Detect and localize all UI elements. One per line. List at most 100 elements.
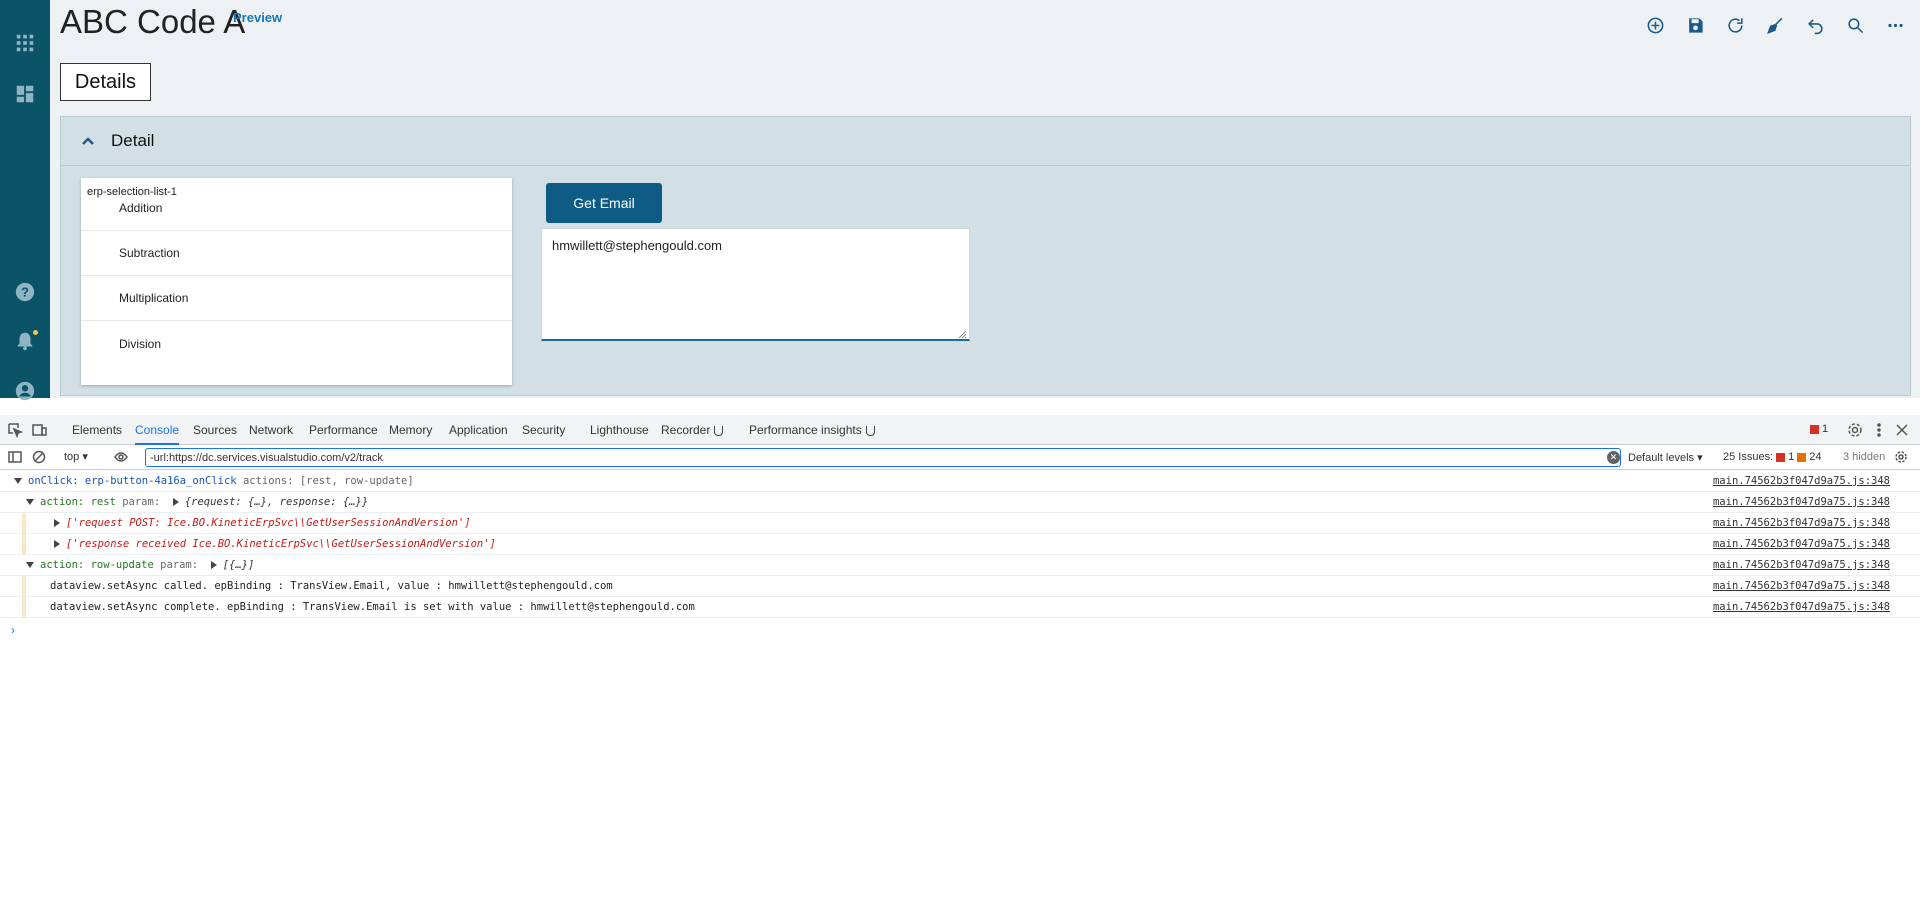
issues-errors: 1	[1788, 451, 1795, 463]
more-icon[interactable]	[1882, 12, 1908, 38]
undo-icon[interactable]	[1802, 12, 1828, 38]
issues-counter[interactable]: 25 Issues: 1 24	[1723, 451, 1822, 463]
source-link[interactable]: main.74562b3f047d9a75.js:348	[1713, 555, 1890, 576]
devtools-tab-recorder[interactable]: Recorder	[661, 415, 724, 445]
devtools-tab-lighthouse[interactable]: Lighthouse	[590, 415, 649, 445]
expand-triangle-icon[interactable]	[14, 478, 22, 484]
notification-icon[interactable]	[12, 328, 38, 354]
log-row[interactable]: ['response received Ice.BO.KineticErpSvc…	[0, 534, 1920, 555]
add-icon[interactable]	[1642, 12, 1668, 38]
source-link[interactable]: main.74562b3f047d9a75.js:348	[1713, 513, 1890, 534]
context-selector[interactable]: top ▾	[64, 450, 88, 463]
log-row[interactable]: dataview.setAsync complete. epBinding : …	[0, 597, 1920, 618]
devtools-tab-performance-insights[interactable]: Performance insights	[749, 415, 875, 445]
save-icon[interactable]	[1682, 12, 1708, 38]
get-email-button[interactable]: Get Email	[546, 183, 662, 223]
log-key: param:	[160, 559, 199, 571]
nest-indent	[22, 597, 26, 618]
source-link[interactable]: main.74562b3f047d9a75.js:348	[1713, 534, 1890, 555]
devtools-tab-recorder-label: Recorder	[661, 423, 711, 437]
clear-icon[interactable]	[1762, 12, 1788, 38]
detail-panel: Detail erp-selection-list-1 Addition Sub…	[60, 116, 1911, 396]
devtools-tab-memory[interactable]: Memory	[389, 415, 432, 445]
refresh-icon[interactable]	[1722, 12, 1748, 38]
email-textarea[interactable]: hmwillett@stephengould.com	[541, 228, 970, 341]
log-row[interactable]: action: row-update param: [{…}] main.745…	[0, 555, 1920, 576]
log-row[interactable]: ['request POST: Ice.BO.KineticErpSvc\\Ge…	[0, 513, 1920, 534]
source-link[interactable]: main.74562b3f047d9a75.js:348	[1713, 471, 1890, 492]
context-value: top	[64, 451, 80, 463]
left-rail: ?	[0, 0, 50, 401]
expand-triangle-icon[interactable]	[26, 562, 34, 568]
expand-triangle-icon[interactable]	[26, 499, 34, 505]
console-log: onClick: erp-button-4a16a_onClick action…	[0, 471, 1920, 637]
tab-details[interactable]: Details	[60, 63, 151, 101]
nest-indent	[22, 576, 26, 597]
expand-triangle-icon[interactable]	[210, 561, 217, 569]
settings-gear-icon[interactable]	[1847, 422, 1863, 438]
log-levels-dropdown[interactable]: Default levels ▾	[1628, 451, 1703, 464]
log-value: ['request POST: Ice.BO.KineticErpSvc\\Ge…	[66, 517, 471, 529]
svg-text:?: ?	[21, 285, 29, 300]
device-toolbar-icon[interactable]	[31, 422, 47, 438]
log-message: dataview.setAsync called. epBinding : Tr…	[50, 580, 613, 592]
list-item[interactable]: Addition	[81, 186, 512, 231]
list-item[interactable]: Division	[81, 321, 512, 366]
log-row[interactable]: onClick: erp-button-4a16a_onClick action…	[0, 471, 1920, 492]
hidden-count: 3 hidden	[1843, 451, 1886, 463]
nest-indent	[22, 534, 26, 555]
devtools-tab-network[interactable]: Network	[249, 415, 293, 445]
log-message: dataview.setAsync complete. epBinding : …	[50, 601, 695, 613]
flask-icon	[865, 425, 875, 436]
inspect-element-icon[interactable]	[7, 422, 24, 439]
source-link[interactable]: main.74562b3f047d9a75.js:348	[1713, 492, 1890, 513]
dashboard-icon[interactable]	[12, 81, 38, 107]
resize-grip-icon[interactable]	[958, 330, 967, 339]
issues-label: 25 Issues:	[1723, 451, 1774, 463]
search-icon[interactable]	[1842, 12, 1868, 38]
expand-triangle-icon[interactable]	[54, 540, 60, 548]
list-item[interactable]: Subtraction	[81, 231, 512, 276]
devtools-tab-performance[interactable]: Performance	[309, 415, 378, 445]
devtools-tab-application[interactable]: Application	[449, 415, 508, 445]
eye-icon[interactable]	[114, 450, 128, 464]
log-value: row-update	[90, 559, 154, 571]
clear-filter-icon[interactable]: ✕	[1607, 451, 1620, 464]
panel-title: Detail	[111, 131, 155, 150]
issue-warning-icon	[1797, 452, 1807, 462]
devtools-tabbar: Elements Console Sources Network Perform…	[0, 415, 1920, 445]
console-filter-input[interactable]	[145, 448, 1621, 467]
console-settings-icon[interactable]	[1894, 450, 1908, 464]
expand-triangle-icon[interactable]	[54, 519, 60, 527]
preview-link[interactable]: Preview	[233, 10, 282, 25]
console-prompt[interactable]: ›	[11, 623, 15, 637]
devtools-tab-elements[interactable]: Elements	[72, 415, 122, 445]
log-levels-label: Default levels	[1628, 452, 1695, 464]
source-link[interactable]: main.74562b3f047d9a75.js:348	[1713, 576, 1890, 597]
devtools-tab-console[interactable]: Console	[135, 415, 180, 445]
issue-error-icon	[1776, 452, 1786, 462]
devtools-tab-sources[interactable]: Sources	[193, 415, 237, 445]
log-row[interactable]: action: rest param: {request: {…}, respo…	[0, 492, 1920, 513]
flask-icon	[714, 425, 724, 436]
more-vertical-icon[interactable]	[1871, 422, 1887, 438]
sidebar-toggle-icon[interactable]	[8, 450, 22, 464]
help-icon[interactable]: ?	[12, 279, 38, 305]
apps-icon[interactable]	[12, 30, 38, 56]
app-area: ABC Code A Preview Details Detail erp-se…	[50, 0, 1920, 398]
close-icon[interactable]	[1894, 422, 1910, 438]
devtools-tab-security[interactable]: Security	[522, 415, 565, 445]
clear-console-icon[interactable]	[32, 450, 46, 464]
chevron-up-icon[interactable]	[81, 134, 95, 148]
selection-list: erp-selection-list-1 Addition Subtractio…	[81, 178, 512, 385]
error-count-badge[interactable]: 1	[1810, 423, 1828, 435]
log-row[interactable]: dataview.setAsync called. epBinding : Tr…	[0, 576, 1920, 597]
expand-triangle-icon[interactable]	[172, 498, 179, 506]
user-icon[interactable]	[12, 378, 38, 404]
panel-header[interactable]: Detail	[61, 117, 1910, 166]
devtools-panel: Elements Console Sources Network Perform…	[0, 415, 1920, 899]
list-item[interactable]: Multiplication	[81, 276, 512, 321]
devtools-tab-performance-insights-label: Performance insights	[749, 423, 862, 437]
source-link[interactable]: main.74562b3f047d9a75.js:348	[1713, 597, 1890, 618]
notification-badge	[33, 330, 38, 335]
